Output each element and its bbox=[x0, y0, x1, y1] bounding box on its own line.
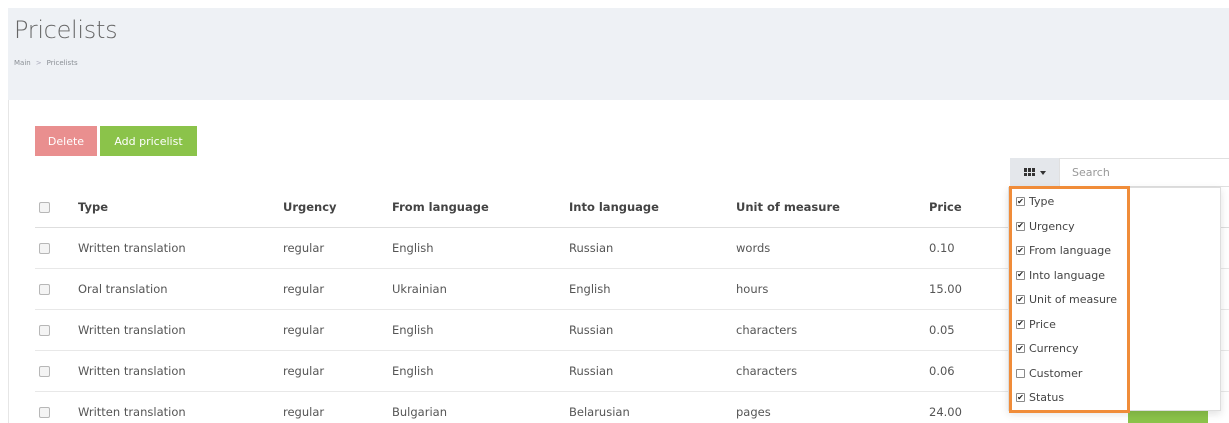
column-option-checkbox[interactable]: ✔ bbox=[1016, 393, 1025, 402]
cell-from-language: English bbox=[392, 241, 434, 255]
column-option-label: From language bbox=[1029, 244, 1111, 257]
breadcrumb-separator: > bbox=[35, 59, 42, 67]
columns-dropdown-menu: ✔ Type ✔ Urgency ✔ From language ✔ Into languag… bbox=[1008, 187, 1221, 411]
cell-urgency: regular bbox=[283, 405, 325, 419]
row-checkbox[interactable] bbox=[39, 406, 50, 418]
page-title: Pricelists bbox=[14, 16, 118, 44]
cell-into-language: Russian bbox=[569, 241, 614, 255]
cell-from-language: Ukrainian bbox=[392, 282, 447, 296]
column-header-urgency[interactable]: Urgency bbox=[283, 187, 337, 227]
cell-urgency: regular bbox=[283, 323, 325, 337]
column-option-checkbox[interactable]: ✔ bbox=[1016, 221, 1025, 231]
column-option-from-language[interactable]: ✔ From language bbox=[1016, 244, 1111, 257]
select-all-checkbox[interactable] bbox=[39, 201, 50, 213]
column-option-into-language[interactable]: ✔ Into language bbox=[1016, 269, 1105, 282]
cell-from-language: English bbox=[392, 323, 434, 337]
column-header-price[interactable]: Price bbox=[929, 187, 962, 227]
cell-type: Written translation bbox=[78, 241, 186, 255]
cell-into-language: English bbox=[569, 282, 611, 296]
cell-into-language: Russian bbox=[569, 323, 614, 337]
cell-unit: characters bbox=[736, 323, 798, 337]
cell-unit: hours bbox=[736, 282, 769, 296]
cell-urgency: regular bbox=[283, 364, 325, 378]
column-option-checkbox[interactable] bbox=[1016, 368, 1025, 378]
cell-into-language: Russian bbox=[569, 364, 614, 378]
cell-urgency: regular bbox=[283, 241, 325, 255]
page-header: Pricelists Main > Pricelists bbox=[8, 8, 1229, 100]
cell-price: 0.06 bbox=[929, 364, 955, 378]
caret-down-icon bbox=[1039, 170, 1046, 175]
cell-unit: words bbox=[736, 241, 771, 255]
column-option-label: Currency bbox=[1029, 342, 1079, 355]
cell-type: Written translation bbox=[78, 323, 186, 337]
columns-icon bbox=[1023, 168, 1035, 177]
column-option-checkbox[interactable]: ✔ bbox=[1016, 319, 1025, 329]
cell-into-language: Belarusian bbox=[569, 405, 630, 419]
column-option-checkbox[interactable]: ✔ bbox=[1016, 344, 1025, 353]
column-option-label: Type bbox=[1029, 195, 1055, 208]
column-option-currency[interactable]: ✔ Currency bbox=[1016, 342, 1079, 355]
cell-type: Written translation bbox=[78, 405, 186, 419]
content-divider bbox=[8, 100, 9, 423]
breadcrumb-home-link[interactable]: Main bbox=[14, 59, 31, 67]
row-checkbox[interactable] bbox=[39, 324, 50, 336]
column-option-label: Customer bbox=[1029, 366, 1083, 380]
row-checkbox[interactable] bbox=[39, 365, 50, 377]
column-option-label: Unit of measure bbox=[1029, 293, 1117, 306]
column-header-type[interactable]: Type bbox=[78, 187, 108, 227]
cell-from-language: Bulgarian bbox=[392, 405, 447, 419]
cell-price: 24.00 bbox=[929, 405, 962, 419]
add-pricelist-button[interactable]: Add pricelist bbox=[100, 126, 197, 156]
column-option-label: Price bbox=[1029, 317, 1056, 331]
column-option-label: Into language bbox=[1029, 268, 1105, 282]
columns-toggle-button[interactable] bbox=[1010, 158, 1059, 187]
cell-price: 15.00 bbox=[929, 282, 962, 296]
column-option-price[interactable]: ✔ Price bbox=[1016, 318, 1056, 331]
breadcrumb: Main > Pricelists bbox=[14, 59, 78, 67]
column-header-unit-of-measure[interactable]: Unit of measure bbox=[736, 187, 840, 227]
cell-type: Oral translation bbox=[78, 282, 168, 296]
column-header-into-language[interactable]: Into language bbox=[569, 187, 659, 227]
row-checkbox[interactable] bbox=[39, 283, 50, 295]
column-option-customer[interactable]: Customer bbox=[1016, 367, 1082, 380]
cell-urgency: regular bbox=[283, 282, 325, 296]
column-option-checkbox[interactable]: ✔ bbox=[1016, 295, 1025, 304]
column-option-checkbox[interactable]: ✔ bbox=[1016, 270, 1025, 280]
search-input[interactable] bbox=[1059, 158, 1229, 187]
breadcrumb-current: Pricelists bbox=[46, 59, 78, 67]
column-option-checkbox[interactable]: ✔ bbox=[1016, 197, 1025, 206]
column-option-label: Status bbox=[1029, 391, 1065, 404]
row-checkbox[interactable] bbox=[39, 242, 50, 254]
delete-button[interactable]: Delete bbox=[35, 126, 97, 156]
cell-price: 0.10 bbox=[929, 241, 955, 255]
column-option-status[interactable]: ✔ Status bbox=[1016, 391, 1064, 404]
cell-from-language: English bbox=[392, 364, 434, 378]
cell-unit: pages bbox=[736, 405, 771, 419]
column-option-checkbox[interactable]: ✔ bbox=[1016, 246, 1025, 255]
column-option-label: Urgency bbox=[1029, 219, 1075, 233]
column-option-unit-of-measure[interactable]: ✔ Unit of measure bbox=[1016, 293, 1117, 306]
column-header-from-language[interactable]: From language bbox=[392, 187, 489, 227]
column-option-type[interactable]: ✔ Type bbox=[1016, 195, 1054, 208]
column-option-urgency[interactable]: ✔ Urgency bbox=[1016, 220, 1075, 233]
cell-unit: characters bbox=[736, 364, 798, 378]
cell-price: 0.05 bbox=[929, 323, 955, 337]
cell-type: Written translation bbox=[78, 364, 186, 378]
